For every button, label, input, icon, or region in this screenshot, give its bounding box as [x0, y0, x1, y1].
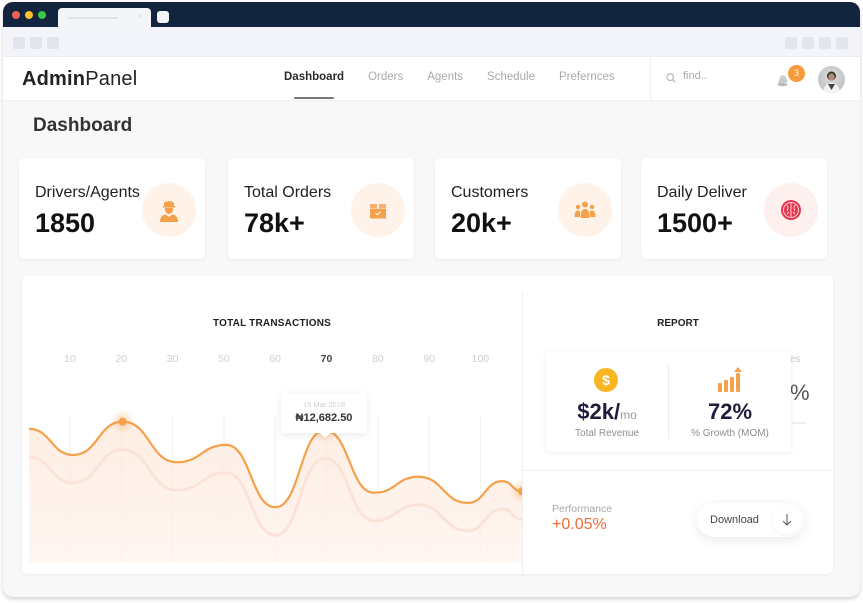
- x-tick-label[interactable]: 90: [414, 353, 444, 365]
- x-tick-label[interactable]: 10: [55, 353, 85, 365]
- x-tick-label[interactable]: 100: [465, 353, 495, 365]
- nav-orders[interactable]: Orders: [368, 71, 403, 83]
- x-tick-label[interactable]: 80: [363, 353, 393, 365]
- stat-icon-circle: [558, 183, 612, 237]
- x-tick-label[interactable]: 30: [158, 353, 188, 365]
- data-point[interactable]: [118, 417, 127, 426]
- logo-bold-text: Admin: [22, 68, 86, 90]
- download-button[interactable]: Download: [697, 503, 804, 537]
- browser-titlebar: ×: [3, 2, 860, 27]
- stat-icon-circle: [764, 183, 818, 237]
- growth-stat: 72% % Growth (MOM): [669, 351, 791, 452]
- close-window-button[interactable]: [12, 11, 20, 19]
- search-icon: [666, 73, 676, 83]
- revenue-stat: $ $2k/mo Total Revenue: [546, 351, 668, 452]
- svg-text:$: $: [602, 372, 610, 388]
- driver-icon: [160, 201, 178, 222]
- main-nav: Dashboard Orders Agents Schedule Prefern…: [284, 71, 639, 99]
- ghost-label: es: [790, 354, 801, 365]
- tab-title-placeholder: [68, 17, 118, 19]
- analytics-panel: TOTAL TRANSACTIONS 10 20 30 50 60 70 80 90 100 1…: [22, 276, 833, 574]
- tab-close-icon[interactable]: ×: [137, 13, 142, 21]
- stat-label: Total Orders: [244, 184, 332, 201]
- stat-card-drivers[interactable]: Drivers/Agents 1850: [19, 158, 205, 259]
- panel-divider: [522, 292, 523, 574]
- download-label: Download: [710, 514, 759, 526]
- stat-value: 78k+: [244, 208, 305, 238]
- stat-label: Drivers/Agents: [35, 184, 140, 201]
- stat-value: 1850: [35, 208, 96, 238]
- app-header: AdminPanel Dashboard Orders Agents Sched…: [3, 57, 860, 101]
- browser-tab[interactable]: ×: [58, 8, 151, 27]
- browser-window: × AdminPanel Dashboard Orders Agents Sch…: [3, 2, 860, 597]
- stat-icon-circle: [142, 183, 196, 237]
- brain-icon: [781, 200, 801, 220]
- ghost-line: [792, 422, 806, 424]
- toolbar-button[interactable]: [785, 37, 797, 49]
- forward-button[interactable]: [30, 37, 42, 49]
- growth-bars-icon: [718, 367, 742, 392]
- toolbar-button[interactable]: [819, 37, 831, 49]
- box-icon: [370, 204, 386, 219]
- dollar-coin-icon: $: [594, 368, 618, 392]
- revenue-label: Total Revenue: [575, 428, 639, 439]
- logo-light-text: Panel: [85, 68, 138, 90]
- report-card: $ $2k/mo Total Revenue 72% % Growth (MOM…: [546, 351, 791, 452]
- user-avatar[interactable]: [818, 66, 845, 93]
- revenue-amount: $2k/: [577, 399, 621, 424]
- nav-agents[interactable]: Agents: [427, 71, 463, 83]
- search-box: [650, 57, 770, 101]
- tooltip-value: ₦12,682.50: [295, 412, 353, 424]
- stat-label: Customers: [451, 184, 529, 201]
- growth-label: % Growth (MOM): [691, 428, 769, 439]
- performance-value: +0.05%: [552, 516, 607, 533]
- x-tick-label[interactable]: 60: [260, 353, 290, 365]
- report-divider: [523, 470, 833, 471]
- nav-preferences[interactable]: Prefernces: [559, 71, 615, 83]
- back-button[interactable]: [13, 37, 25, 49]
- stat-card-daily-deliveries[interactable]: Daily Deliver 1500+: [641, 158, 827, 259]
- x-tick-label[interactable]: 50: [209, 353, 239, 365]
- notification-badge: 3: [788, 65, 805, 82]
- x-tick-label[interactable]: 70: [312, 353, 342, 365]
- revenue-unit: mo: [620, 408, 637, 422]
- search-input[interactable]: [683, 70, 763, 82]
- performance-label: Performance: [552, 503, 613, 515]
- maximize-window-button[interactable]: [38, 11, 46, 19]
- download-icon-circle: [773, 506, 801, 534]
- ghost-value: %: [790, 380, 810, 405]
- app-logo[interactable]: AdminPanel: [22, 68, 137, 91]
- browser-toolbar: [3, 27, 860, 57]
- chart-tooltip: 15 Mar 2018 ₦12,682.50: [281, 393, 367, 438]
- stat-icon-circle: [351, 183, 405, 237]
- x-tick-label[interactable]: 20: [106, 353, 136, 365]
- report-title: REPORT: [657, 318, 699, 329]
- stat-card-orders[interactable]: Total Orders 78k+: [228, 158, 414, 259]
- toolbar-button[interactable]: [836, 37, 848, 49]
- chart-title: TOTAL TRANSACTIONS: [212, 318, 332, 329]
- revenue-value: $2k/mo: [546, 399, 668, 425]
- tooltip-date: 15 Mar 2018: [302, 400, 346, 409]
- stat-value: 20k+: [451, 208, 512, 238]
- stat-label: Daily Deliver: [657, 184, 747, 201]
- nav-dashboard[interactable]: Dashboard: [284, 71, 344, 99]
- arrow-down-icon: [782, 514, 792, 526]
- toolbar-button[interactable]: [802, 37, 814, 49]
- users-icon: [574, 201, 596, 218]
- stat-value: 1500+: [657, 208, 733, 238]
- page-title: Dashboard: [33, 115, 133, 136]
- nav-schedule[interactable]: Schedule: [487, 71, 535, 83]
- reload-button[interactable]: [47, 37, 59, 49]
- avatar-person-icon: [823, 71, 840, 93]
- new-tab-button[interactable]: [157, 11, 169, 23]
- stat-card-customers[interactable]: Customers 20k+: [435, 158, 621, 259]
- growth-value: 72%: [707, 399, 753, 424]
- minimize-window-button[interactable]: [25, 11, 33, 19]
